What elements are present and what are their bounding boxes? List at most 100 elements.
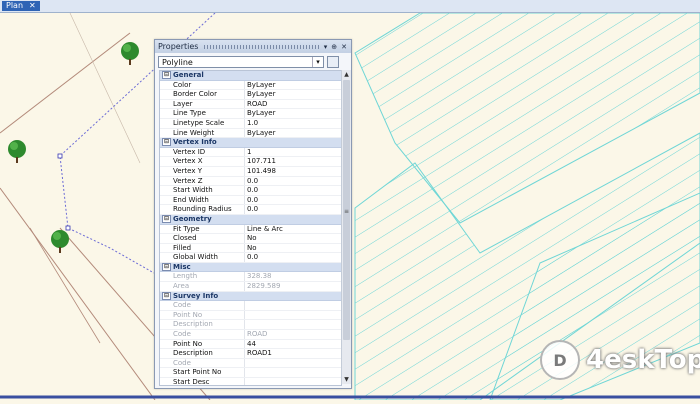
property-row[interactable]: Line Weight ByLayer	[160, 128, 341, 139]
property-value[interactable]: 101.498	[245, 167, 341, 176]
property-label: Point No	[160, 310, 245, 320]
property-row: Code ROAD	[160, 330, 341, 340]
property-row[interactable]: Rounding Radius 0.0	[160, 205, 341, 215]
property-row[interactable]: Start Point No	[160, 368, 341, 378]
property-value[interactable]: ByLayer	[245, 129, 341, 138]
property-value[interactable]: 0.0	[245, 253, 341, 262]
category-header[interactable]: ⊟ Survey Info	[160, 291, 341, 302]
category-header[interactable]: ⊟ Vertex Info	[160, 138, 341, 148]
watermark: D 4eskTop	[540, 340, 700, 380]
property-row[interactable]: Border Color ByLayer	[160, 90, 341, 100]
property-label: Line Weight	[160, 128, 245, 138]
title-grip[interactable]	[204, 44, 320, 49]
property-row[interactable]: Start Width 0.0	[160, 186, 341, 196]
property-label: Point No	[160, 339, 245, 349]
property-value[interactable]: 0.0	[245, 186, 341, 195]
property-row[interactable]: Layer ROAD	[160, 99, 341, 110]
property-row: Code	[160, 301, 341, 311]
property-row[interactable]: Vertex Y 101.498	[160, 166, 341, 177]
property-value[interactable]: No	[245, 244, 341, 253]
property-row[interactable]: Description ROAD1	[160, 349, 341, 359]
quick-select-button[interactable]	[327, 56, 339, 68]
object-type-select[interactable]: Polyline ▾	[158, 56, 324, 68]
property-value[interactable]: 0.0	[245, 205, 341, 214]
properties-title-bar[interactable]: Properties ▾ ⊕ ✕	[155, 40, 351, 53]
property-value[interactable]: ByLayer	[245, 109, 341, 118]
category-name: General	[173, 71, 204, 80]
scroll-grip-icon: ≡	[343, 208, 350, 215]
collapse-icon[interactable]: ⊟	[162, 138, 171, 147]
property-row[interactable]: Point No 44	[160, 339, 341, 350]
property-row[interactable]: Start Desc	[160, 378, 341, 385]
property-value[interactable]: 44	[245, 340, 341, 349]
category-name: Misc	[173, 263, 191, 272]
property-label: Vertex X	[160, 157, 245, 166]
property-row[interactable]: Vertex ID 1	[160, 147, 341, 158]
property-value[interactable]: ROAD1	[245, 349, 341, 358]
vertical-scrollbar[interactable]: ▲ ≡ ▼	[341, 70, 351, 384]
category-header[interactable]: ⊟ Misc	[160, 262, 341, 273]
property-value[interactable]: ROAD	[245, 100, 341, 109]
tab-plan-label: Plan	[6, 1, 24, 10]
tree-icon	[8, 140, 26, 163]
collapse-icon[interactable]: ⊟	[162, 291, 171, 300]
property-label: Length	[160, 272, 245, 282]
collapse-icon[interactable]: ⊟	[162, 71, 171, 80]
property-label: Color	[160, 80, 245, 90]
property-value	[245, 301, 341, 310]
property-value[interactable]	[245, 378, 341, 385]
tab-close-icon[interactable]: ✕	[29, 1, 36, 11]
property-row[interactable]: Vertex Z 0.0	[160, 176, 341, 187]
property-label: Closed	[160, 234, 245, 243]
pin-icon[interactable]: ▾	[324, 43, 328, 51]
vertex-grip[interactable]	[65, 225, 71, 231]
chevron-down-icon[interactable]: ▾	[312, 57, 323, 67]
property-row: Point No	[160, 310, 341, 321]
property-label: Description	[160, 320, 245, 330]
property-row[interactable]: Fit Type Line & Arc	[160, 224, 341, 235]
property-value[interactable]: No	[245, 234, 341, 243]
collapse-icon[interactable]: ⊟	[162, 215, 171, 224]
property-row[interactable]: Filled No	[160, 243, 341, 254]
dock-icon[interactable]: ⊕	[331, 43, 337, 51]
property-row: Code	[160, 358, 341, 369]
property-row[interactable]: End Width 0.0	[160, 195, 341, 206]
property-label: Description	[160, 349, 245, 358]
property-label: Rounding Radius	[160, 205, 245, 214]
property-row[interactable]: Vertex X 107.711	[160, 157, 341, 167]
property-row[interactable]: Global Width 0.0	[160, 253, 341, 263]
category-name: Vertex Info	[173, 138, 217, 147]
property-value[interactable]: Line & Arc	[245, 225, 341, 234]
scroll-up-icon[interactable]: ▲	[342, 70, 351, 79]
property-grid: ⊟ General Color ByLayer Border Color ByLayer L…	[159, 70, 342, 386]
watermark-logo-icon: D	[540, 340, 580, 380]
category-header[interactable]: ⊟ Geometry	[160, 214, 341, 225]
property-label: Linetype Scale	[160, 118, 245, 128]
property-value[interactable]: 0.0	[245, 196, 341, 205]
tree-icon	[51, 230, 69, 253]
property-row: Area 2829.589	[160, 282, 341, 292]
tab-plan[interactable]: Plan ✕	[2, 1, 40, 11]
scroll-down-icon[interactable]: ▼	[342, 375, 351, 384]
close-icon[interactable]: ✕	[341, 43, 347, 51]
property-value[interactable]: ByLayer	[245, 90, 341, 99]
property-value[interactable]: ByLayer	[245, 81, 341, 90]
property-value[interactable]: 1	[245, 148, 341, 157]
property-value[interactable]	[245, 368, 341, 377]
property-row[interactable]: Linetype Scale 1.0	[160, 118, 341, 129]
property-row: Length 328.38	[160, 272, 341, 283]
property-value[interactable]: 1.0	[245, 119, 341, 128]
collapse-icon[interactable]: ⊟	[162, 263, 171, 272]
property-value[interactable]: 0.0	[245, 177, 341, 186]
vertex-grip[interactable]	[57, 153, 63, 159]
property-row[interactable]: Closed No	[160, 234, 341, 244]
property-label: Start Point No	[160, 368, 245, 377]
property-value[interactable]: 107.711	[245, 157, 341, 166]
property-row[interactable]: Color ByLayer	[160, 80, 341, 91]
category-header[interactable]: ⊟ General	[160, 71, 341, 81]
property-label: Global Width	[160, 253, 245, 262]
property-label: Vertex Y	[160, 166, 245, 176]
property-row[interactable]: Line Type ByLayer	[160, 109, 341, 119]
category-name: Geometry	[173, 215, 212, 224]
document-tab-bar: Plan ✕	[0, 0, 700, 13]
